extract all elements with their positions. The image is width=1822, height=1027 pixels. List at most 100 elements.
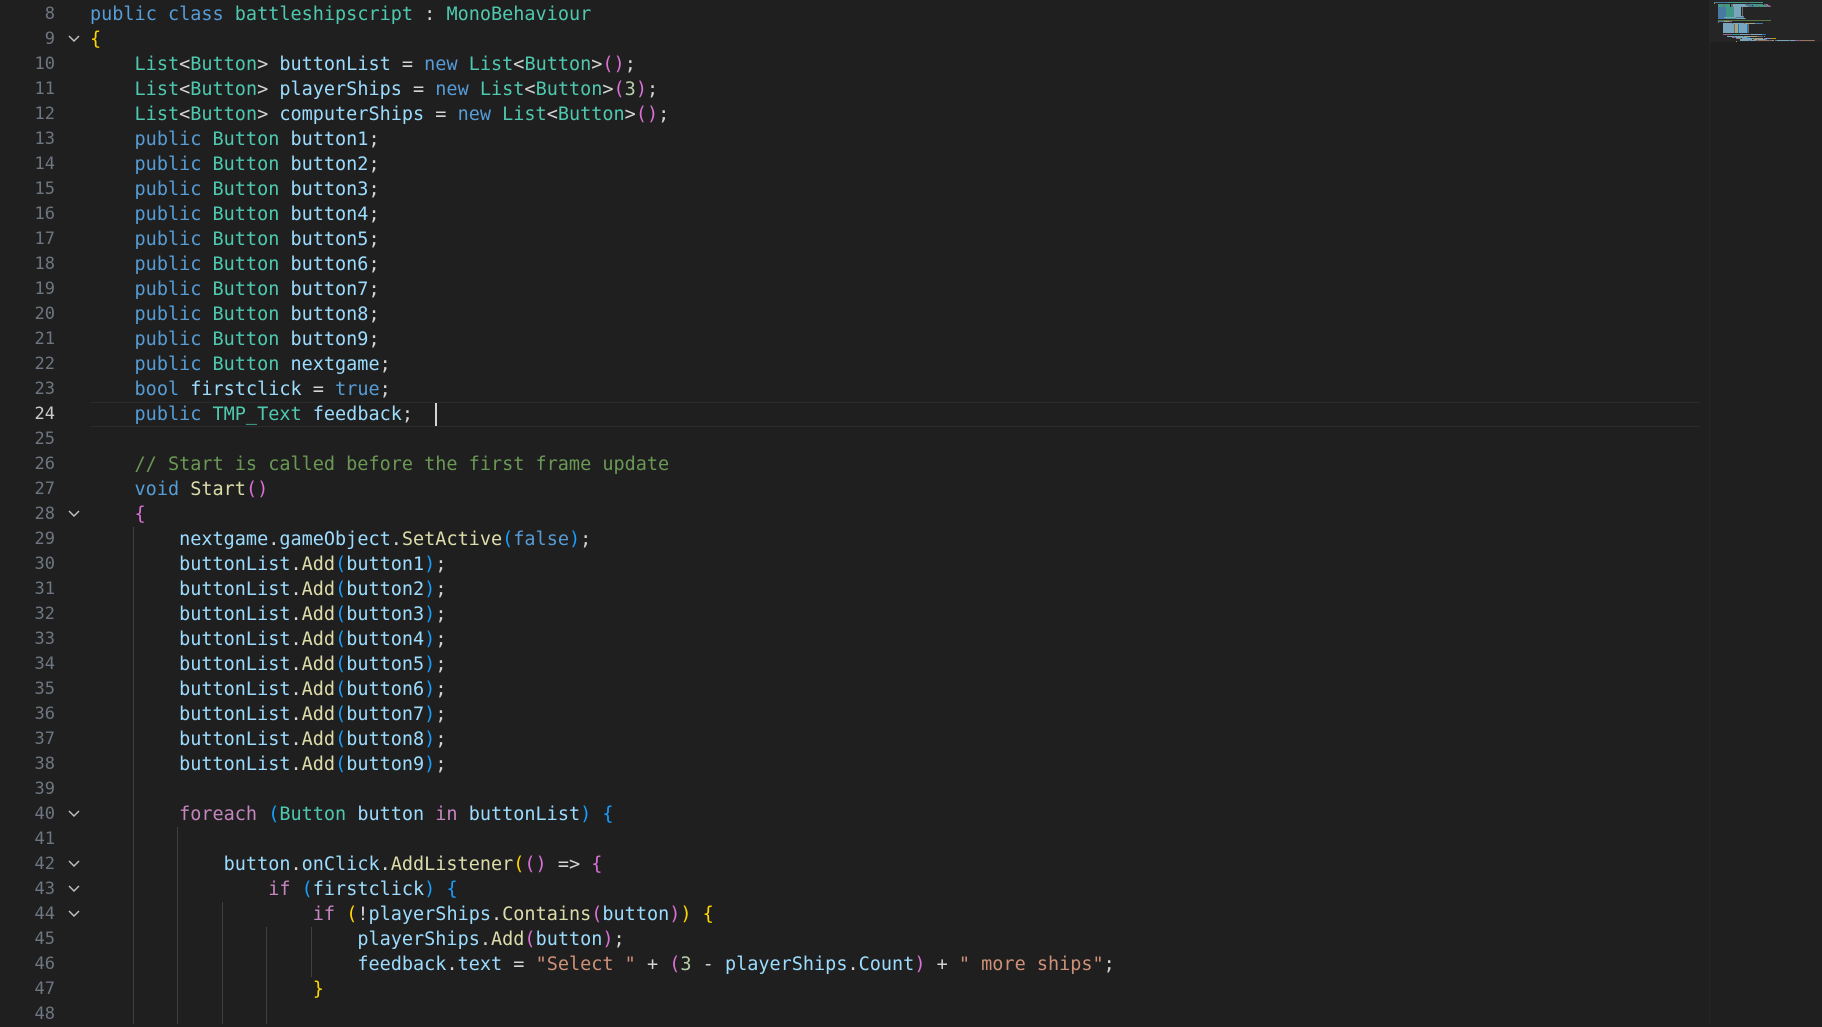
code-token: button7 (290, 279, 369, 300)
fold-chevron-down-icon[interactable] (66, 902, 82, 927)
code-token: ) (424, 554, 436, 575)
line-number: 23 (34, 379, 55, 399)
minimap[interactable] (1709, 0, 1822, 1024)
code-token: () (524, 854, 547, 875)
code-token: ( (335, 629, 347, 650)
indent-guide (266, 927, 268, 1024)
code-token: ; (368, 154, 380, 175)
code-line: buttonList.Add(button2); (179, 577, 446, 602)
code-line: { (135, 502, 146, 527)
code-token: ( (335, 604, 347, 625)
code-token: ; (368, 179, 380, 200)
minimap-stroke (1740, 34, 1749, 35)
line-number: 18 (34, 254, 55, 274)
code-line: public class battleshipscript : MonoBeha… (90, 2, 591, 27)
code-token: button2 (290, 154, 369, 175)
fold-chevron-down-icon[interactable] (66, 27, 82, 52)
code-token: buttonList (179, 754, 291, 775)
code-token: ; (435, 754, 447, 775)
minimap-stroke (1740, 40, 1750, 41)
code-token: = (435, 104, 458, 125)
code-token: public (134, 254, 213, 275)
code-line: { (90, 27, 101, 52)
code-token: buttonList (179, 704, 291, 725)
code-token: = (401, 54, 425, 75)
line-number: 42 (34, 854, 55, 874)
code-token: { (591, 854, 603, 875)
code-token: : (424, 4, 447, 25)
code-token: ; (368, 204, 380, 225)
code-token: nextgame (179, 529, 269, 550)
code-token: } (312, 979, 324, 1000)
code-token: TMP_Text (212, 404, 313, 425)
line-number-gutter[interactable]: 8 9 10 11 12 13 14 15 16 17 18 19 20 21 22 23 24 25 26 27 28… (0, 0, 90, 1024)
code-token: () (245, 479, 269, 500)
line-number: 33 (34, 629, 55, 649)
code-token: computerShips (279, 104, 436, 125)
code-token: List (479, 79, 525, 100)
code-token: ! (357, 904, 369, 925)
code-token: ; (435, 604, 447, 625)
code-token: ; (379, 354, 391, 375)
code-token: "Select " (535, 954, 647, 975)
fold-chevron-down-icon[interactable] (66, 877, 82, 902)
code-token: > (624, 104, 636, 125)
code-token: Add (301, 679, 336, 700)
code-token: = (413, 79, 436, 100)
code-token: ; (368, 254, 380, 275)
code-line: public Button button5; (135, 227, 380, 252)
code-token: button4 (346, 629, 425, 650)
code-token: < (179, 79, 191, 100)
line-number: 9 (44, 29, 55, 49)
code-token: button4 (290, 204, 369, 225)
line-number: 40 (34, 804, 55, 824)
code-token: ( (335, 579, 347, 600)
code-token: ) (568, 529, 581, 550)
code-token: Button (557, 104, 625, 125)
code-token: buttonList (279, 54, 402, 75)
code-token: ) (635, 79, 647, 100)
code-token: Add (301, 579, 336, 600)
code-token: ) (424, 629, 436, 650)
fold-chevron-down-icon[interactable] (66, 802, 82, 827)
code-editor[interactable]: 8 9 10 11 12 13 14 15 16 17 18 19 20 21 22 23 24 25 26 27 28… (0, 0, 1822, 1024)
code-token: playerShips (724, 954, 848, 975)
code-token: () (602, 54, 625, 75)
minimap-stroke (1814, 40, 1816, 41)
fold-chevron-down-icon[interactable] (66, 852, 82, 877)
code-token: => (546, 854, 592, 875)
line-number: 41 (34, 829, 55, 849)
code-token: ( (335, 554, 347, 575)
line-number: 44 (34, 904, 55, 924)
code-token: Start (190, 479, 246, 500)
code-token: buttonList (179, 679, 291, 700)
line-number: 22 (34, 354, 55, 374)
code-token: button5 (346, 654, 425, 675)
code-token: MonoBehaviour (446, 4, 592, 25)
code-token: ; (624, 54, 636, 75)
code-token: . (446, 954, 458, 975)
code-line: button.onClick.AddListener(() => { (224, 852, 603, 877)
line-number: 29 (34, 529, 55, 549)
text-cursor (435, 403, 438, 426)
code-token: onClick (301, 854, 380, 875)
code-token: Button (524, 54, 592, 75)
line-number: 32 (34, 604, 55, 624)
code-line: buttonList.Add(button6); (179, 677, 446, 702)
code-token: button (602, 904, 670, 925)
code-token: . (290, 604, 302, 625)
code-token: . (290, 854, 302, 875)
fold-chevron-down-icon[interactable] (66, 502, 82, 527)
code-token: feedback (312, 404, 402, 425)
code-token: . (290, 754, 302, 775)
line-number: 43 (34, 879, 55, 899)
minimap-stroke (1722, 32, 1734, 33)
code-text-area[interactable]: public class battleshipscript : MonoBeha… (90, 0, 1710, 1024)
code-token: { (90, 29, 102, 50)
code-token: ; (1103, 954, 1115, 975)
line-number: 25 (34, 429, 55, 449)
minimap-stroke (1739, 32, 1747, 33)
line-number: 35 (34, 679, 55, 699)
code-token: ( (335, 729, 347, 750)
line-number: 17 (34, 229, 55, 249)
